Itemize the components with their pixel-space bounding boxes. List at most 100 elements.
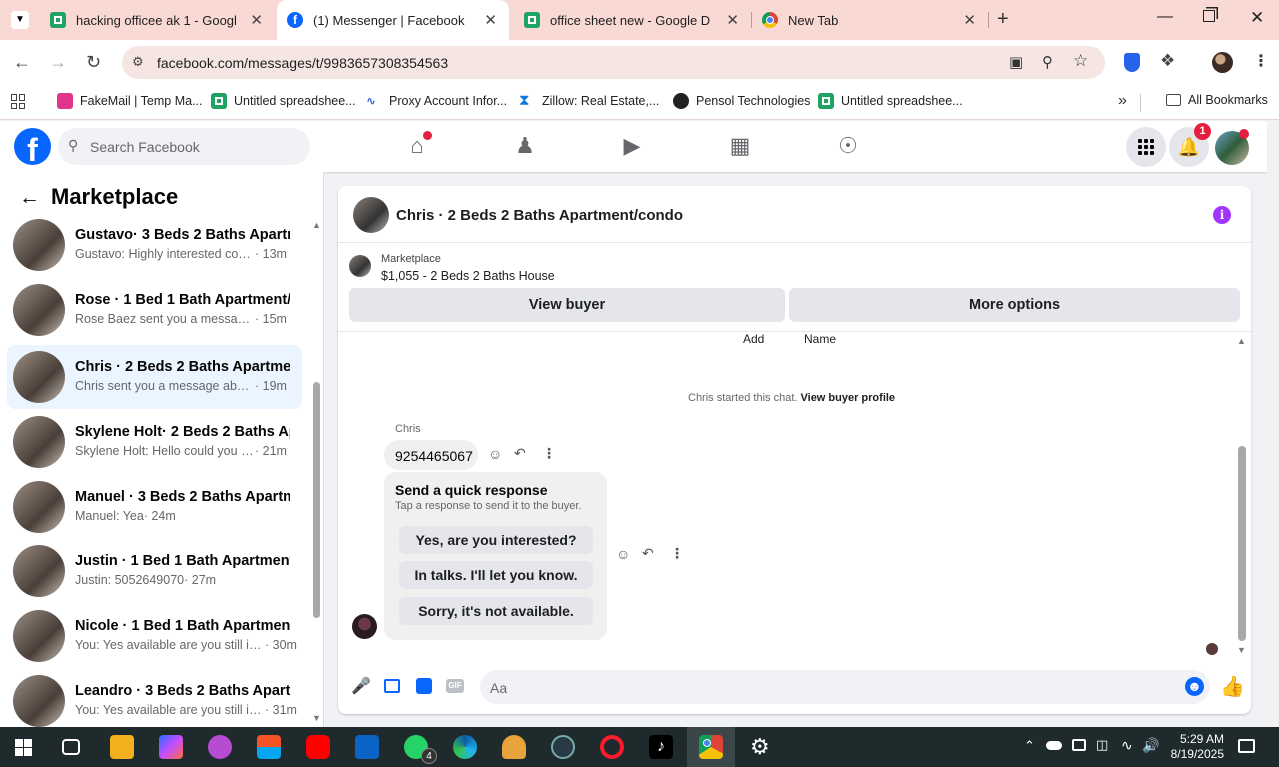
view-buyer-button[interactable]: View buyer xyxy=(349,288,785,322)
battery-icon[interactable] xyxy=(1072,739,1086,751)
quick-response-not-available-button[interactable]: Sorry, it's not available. xyxy=(399,597,593,625)
bookmark-proxy[interactable]: ∿ Proxy Account Infor... xyxy=(366,93,507,109)
file-explorer-icon[interactable] xyxy=(110,735,134,759)
page-scrollbar[interactable] xyxy=(1267,121,1279,727)
photo-icon[interactable] xyxy=(384,679,400,693)
more-actions-icon[interactable]: ⋮ xyxy=(542,445,556,462)
close-tab-icon[interactable]: ✕ xyxy=(963,11,976,29)
conversation-item[interactable]: Justin · 1 Bed 1 Bath Apartment/... Just… xyxy=(7,539,302,603)
bookmark-star-icon[interactable]: ☆ xyxy=(1073,51,1088,71)
edge-icon[interactable] xyxy=(453,735,477,759)
tab-sheets-office[interactable]: office sheet new - Google Drive ✕ xyxy=(514,0,751,40)
close-tab-icon[interactable]: ✕ xyxy=(726,11,739,29)
sidebar-scrollbar-thumb[interactable] xyxy=(313,382,320,618)
watch-video-icon[interactable]: ▶ xyxy=(618,133,646,161)
conversation-item-selected[interactable]: Chris · 2 Beds 2 Baths Apartmen... Chris… xyxy=(7,345,302,409)
react-emoji-icon[interactable]: ☺ xyxy=(488,446,502,462)
view-buyer-profile-link[interactable]: View buyer profile xyxy=(801,392,896,404)
copilot-icon[interactable] xyxy=(159,735,183,759)
conversation-item[interactable]: Leandro · 3 Beds 2 Baths Apart... You: Y… xyxy=(7,669,302,733)
outlook-icon[interactable] xyxy=(355,735,379,759)
app-icon[interactable] xyxy=(551,735,575,759)
chat-listing-avatar[interactable] xyxy=(353,197,389,233)
close-tab-icon[interactable]: ✕ xyxy=(250,11,263,29)
conversation-item[interactable]: Rose · 1 Bed 1 Bath Apartment/c... Rose … xyxy=(7,278,302,342)
sticker-icon[interactable] xyxy=(416,678,432,694)
more-bookmarks-chevron-icon[interactable]: » xyxy=(1118,92,1127,110)
facebook-search-input[interactable]: ⚲ Search Facebook xyxy=(58,128,310,165)
more-actions-icon[interactable]: ⋮ xyxy=(670,545,684,562)
apps-grid-icon[interactable] xyxy=(11,94,26,109)
app-icon[interactable] xyxy=(208,735,232,759)
extensions-puzzle-icon[interactable]: ❖ xyxy=(1160,51,1175,71)
groups-icon[interactable]: ☉ xyxy=(834,133,862,161)
chat-scrollbar-thumb[interactable] xyxy=(1238,446,1246,641)
back-arrow-icon[interactable]: ← xyxy=(19,186,40,210)
tab-search-button[interactable]: ▼ xyxy=(11,11,29,29)
restore-icon[interactable] xyxy=(1203,10,1215,22)
gif-icon[interactable]: GIF xyxy=(446,679,464,693)
conversation-item[interactable]: Nicole · 1 Bed 1 Bath Apartment... You: … xyxy=(7,604,302,668)
sidebar-scroll-up-icon[interactable]: ▲ xyxy=(312,220,321,230)
chat-scroll-up-icon[interactable]: ▲ xyxy=(1237,336,1246,346)
task-view-icon[interactable] xyxy=(62,739,80,755)
close-window-icon[interactable]: ✕ xyxy=(1250,8,1264,28)
facebook-logo[interactable]: f xyxy=(14,128,51,165)
bookmark-untitled-2[interactable]: Untitled spreadshee... xyxy=(818,93,963,109)
forward-icon[interactable]: → xyxy=(49,52,67,73)
tiktok-icon[interactable]: ♪ xyxy=(649,735,673,759)
youtube-icon[interactable] xyxy=(306,735,330,759)
chrome-menu-icon[interactable]: ⋮ xyxy=(1253,51,1269,71)
message-input[interactable]: Aa ☻ xyxy=(480,670,1210,704)
back-icon[interactable]: ← xyxy=(13,52,31,73)
new-tab-plus-icon[interactable]: + xyxy=(997,8,1009,31)
bookmark-fakemail[interactable]: FakeMail | Temp Ma... xyxy=(57,93,203,109)
url-text[interactable]: facebook.com/messages/t/9983657308354563 xyxy=(157,55,448,71)
reply-icon[interactable]: ↶ xyxy=(642,545,654,562)
message-bubble[interactable]: 9254465067 xyxy=(384,440,478,470)
friends-icon[interactable]: ♟ xyxy=(511,133,539,161)
close-tab-icon[interactable]: ✕ xyxy=(484,11,497,29)
microphone-icon[interactable]: 🎤 xyxy=(351,676,371,696)
system-tray-chevron-icon[interactable]: ⌃ xyxy=(1024,738,1035,754)
chrome-icon[interactable] xyxy=(699,735,723,759)
clock[interactable]: 5:29 AM 8/19/2025 xyxy=(1166,732,1224,762)
profile-avatar[interactable] xyxy=(1212,52,1233,73)
medal-icon[interactable] xyxy=(502,735,526,759)
device-icon[interactable]: ◫ xyxy=(1096,737,1108,753)
shield-extension-icon[interactable] xyxy=(1124,53,1140,72)
microsoft-store-icon[interactable] xyxy=(257,735,281,759)
site-info-icon[interactable]: ⚙ xyxy=(132,54,144,70)
listing-title[interactable]: $1,055 - 2 Beds 2 Baths House xyxy=(381,269,555,283)
info-icon[interactable]: i xyxy=(1213,206,1231,224)
notification-center-icon[interactable] xyxy=(1238,739,1255,753)
quick-response-in-talks-button[interactable]: In talks. I'll let you know. xyxy=(399,561,593,589)
tab-messenger[interactable]: f (1) Messenger | Facebook ✕ xyxy=(277,0,509,40)
all-bookmarks[interactable]: All Bookmarks xyxy=(1166,93,1268,107)
more-options-button[interactable]: More options xyxy=(789,288,1240,322)
reload-icon[interactable]: ↻ xyxy=(86,52,101,73)
sidebar-scroll-down-icon[interactable]: ▼ xyxy=(312,713,321,723)
menu-grid-button[interactable] xyxy=(1126,127,1166,167)
reply-icon[interactable]: ↶ xyxy=(514,445,526,462)
minimize-icon[interactable]: — xyxy=(1157,8,1173,26)
thumbs-up-icon[interactable]: 👍 xyxy=(1220,674,1245,699)
emoji-icon[interactable]: ☻ xyxy=(1185,677,1204,696)
zoom-icon[interactable]: ⚲ xyxy=(1042,53,1053,71)
react-emoji-icon[interactable]: ☺ xyxy=(616,546,630,562)
tab-new-tab[interactable]: New Tab ✕ xyxy=(752,0,988,40)
settings-gear-icon[interactable]: ⚙ xyxy=(750,734,770,760)
tab-sheets-hacking[interactable]: hacking officee ak 1 - Google Sh ✕ xyxy=(40,0,275,40)
onedrive-icon[interactable] xyxy=(1046,741,1062,750)
bookmark-untitled-1[interactable]: Untitled spreadshee... xyxy=(211,93,356,109)
name-action-label[interactable]: Name xyxy=(804,332,836,346)
conversation-item[interactable]: Skylene Holt· 2 Beds 2 Baths Ap... Skyle… xyxy=(7,410,302,474)
chat-title[interactable]: Chris · 2 Beds 2 Baths Apartment/condo xyxy=(396,207,683,224)
sender-avatar[interactable] xyxy=(352,614,377,639)
omnibox[interactable]: ⚙ facebook.com/messages/t/99836573083545… xyxy=(122,46,1105,79)
volume-icon[interactable]: 🔊 xyxy=(1142,737,1159,754)
bookmark-zillow[interactable]: ⧗ Zillow: Real Estate,... xyxy=(519,93,659,109)
add-action-label[interactable]: Add xyxy=(743,332,764,346)
bookmark-pensol[interactable]: Pensol Technologies xyxy=(673,93,810,109)
chat-scroll-down-icon[interactable]: ▼ xyxy=(1237,645,1246,655)
